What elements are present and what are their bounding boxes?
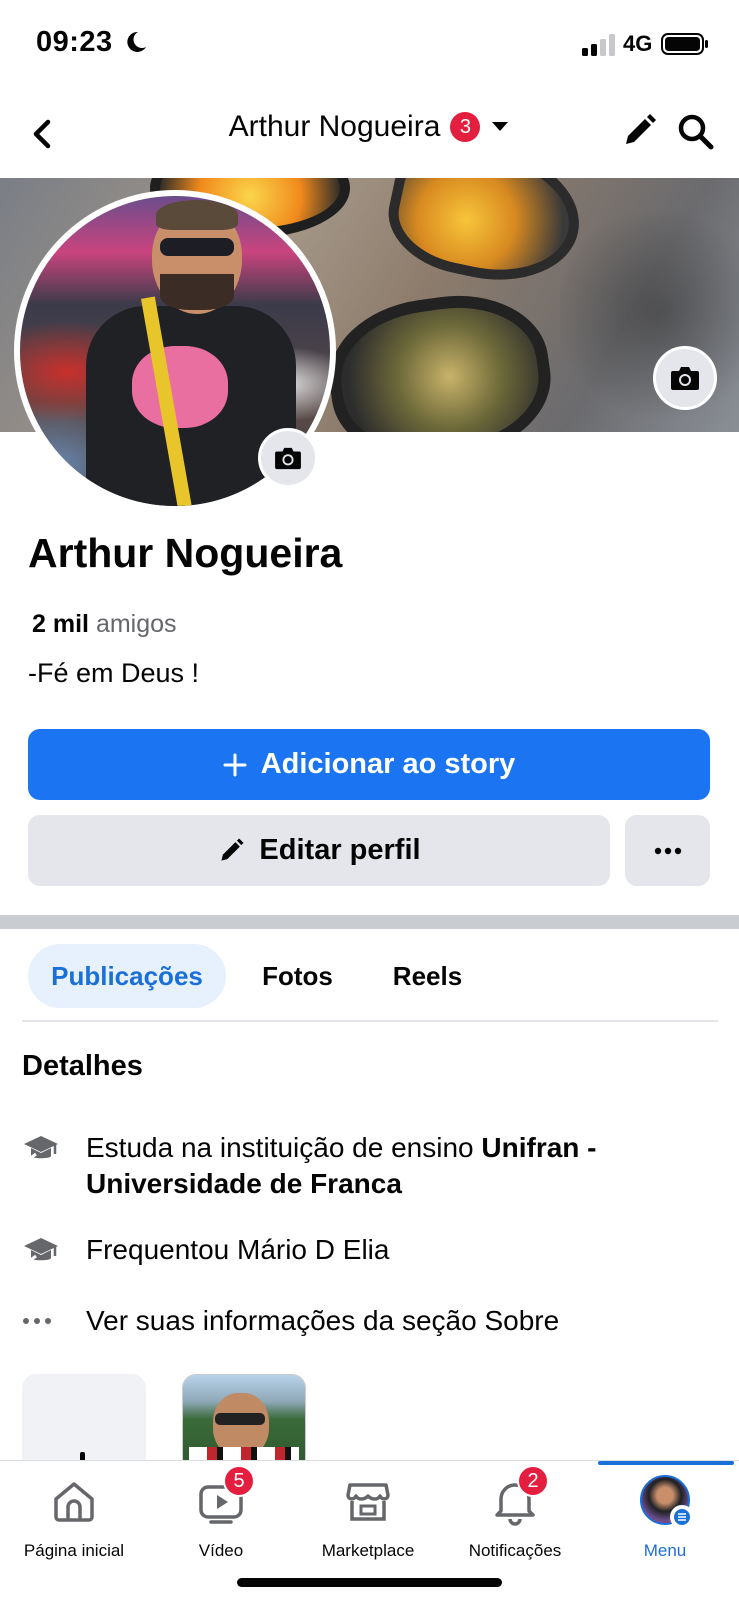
cover-camera-button[interactable] bbox=[653, 346, 717, 410]
pencil-icon[interactable] bbox=[620, 112, 658, 150]
header-title: Arthur Nogueira bbox=[228, 110, 441, 143]
nav-home-label: Página inicial bbox=[23, 1541, 125, 1560]
avatar-image-detail bbox=[132, 346, 228, 428]
friends-count-number: 2 mil bbox=[32, 610, 89, 638]
plus-icon bbox=[223, 753, 247, 776]
detail-education-past[interactable]: Frequentou Mário D Elia bbox=[22, 1232, 389, 1268]
status-bar: 09:23 4G bbox=[0, 0, 739, 90]
nav-menu-label: Menu bbox=[643, 1541, 687, 1560]
tab-publicacoes[interactable]: Publicações bbox=[28, 944, 226, 1008]
detail-text-prefix: Estuda na instituição de ensino bbox=[86, 1132, 482, 1163]
graduation-cap-icon bbox=[22, 1130, 64, 1166]
nav-notifications-label: Notificações bbox=[468, 1541, 562, 1560]
network-type: 4G bbox=[623, 31, 653, 56]
detail-see-about-text: Ver suas informações da seção Sobre bbox=[86, 1305, 560, 1336]
nav-marketplace[interactable]: Marketplace bbox=[294, 1475, 442, 1561]
profile-header: Arthur Nogueira 3 bbox=[0, 90, 739, 178]
detail-education-current-text: Estuda na instituição de ensino Unifran … bbox=[86, 1130, 702, 1202]
profile-name: Arthur Nogueira bbox=[28, 530, 343, 576]
detail-see-about[interactable]: Ver suas informações da seção Sobre bbox=[22, 1303, 559, 1339]
friends-count-label: amigos bbox=[95, 610, 177, 638]
detail-education-current[interactable]: Estuda na instituição de ensino Unifran … bbox=[22, 1130, 702, 1202]
avatar-image-detail bbox=[160, 238, 234, 256]
ellipsis-icon bbox=[654, 847, 681, 854]
chevron-down-icon bbox=[492, 122, 509, 131]
home-icon bbox=[54, 1482, 94, 1522]
pencil-icon bbox=[221, 837, 244, 861]
featured-photo[interactable] bbox=[182, 1374, 306, 1464]
section-divider bbox=[0, 915, 739, 929]
nav-video-label: Vídeo bbox=[198, 1541, 244, 1560]
photo-image-detail bbox=[215, 1413, 265, 1425]
nav-notifications[interactable]: 2 Notificações bbox=[441, 1465, 589, 1561]
graduation-cap-icon bbox=[22, 1232, 64, 1268]
active-tab-indicator bbox=[598, 1461, 734, 1465]
avatar-image-detail bbox=[160, 274, 234, 310]
marketplace-icon bbox=[346, 1483, 390, 1521]
edit-profile-label: Editar perfil bbox=[259, 834, 421, 866]
more-options-button[interactable] bbox=[625, 815, 710, 886]
tab-reels[interactable]: Reels bbox=[375, 944, 480, 1008]
tab-fotos[interactable]: Fotos bbox=[245, 944, 350, 1008]
notifications-badge: 2 bbox=[517, 1465, 549, 1497]
search-icon[interactable] bbox=[676, 112, 716, 152]
details-heading: Detalhes bbox=[22, 1050, 143, 1082]
home-indicator[interactable] bbox=[237, 1578, 502, 1587]
video-badge: 5 bbox=[223, 1465, 255, 1497]
nav-home[interactable]: Página inicial bbox=[0, 1475, 148, 1561]
tabs-divider bbox=[22, 1020, 718, 1022]
signal-icon bbox=[582, 34, 615, 56]
profile-switcher[interactable]: Arthur Nogueira 3 bbox=[229, 110, 511, 144]
nav-menu[interactable]: Menu bbox=[591, 1475, 739, 1561]
nav-video[interactable]: 5 Vídeo bbox=[147, 1465, 295, 1561]
header-notification-badge: 3 bbox=[450, 112, 481, 142]
profile-bio: -Fé em Deus ! bbox=[28, 658, 200, 688]
add-to-story-label: Adicionar ao story bbox=[260, 748, 516, 780]
featured-photo-placeholder[interactable] bbox=[22, 1374, 146, 1464]
menu-lines-icon bbox=[670, 1505, 694, 1529]
ellipsis-icon bbox=[22, 1303, 64, 1339]
status-time: 09:23 bbox=[36, 26, 113, 58]
edit-profile-button[interactable]: Editar perfil bbox=[28, 815, 610, 886]
add-to-story-button[interactable]: Adicionar ao story bbox=[28, 729, 710, 800]
moon-icon bbox=[127, 31, 146, 52]
cover-image-detail bbox=[319, 283, 561, 432]
camera-icon bbox=[671, 367, 699, 390]
menu-avatar bbox=[640, 1475, 694, 1529]
profile-picture-camera-button[interactable] bbox=[258, 428, 318, 488]
camera-icon bbox=[275, 447, 301, 470]
friends-count[interactable]: 2 mil amigos bbox=[32, 610, 177, 639]
detail-education-past-text: Frequentou Mário D Elia bbox=[86, 1234, 390, 1265]
nav-marketplace-label: Marketplace bbox=[321, 1541, 415, 1560]
avatar-image-detail bbox=[156, 200, 238, 230]
battery-icon bbox=[661, 33, 708, 55]
